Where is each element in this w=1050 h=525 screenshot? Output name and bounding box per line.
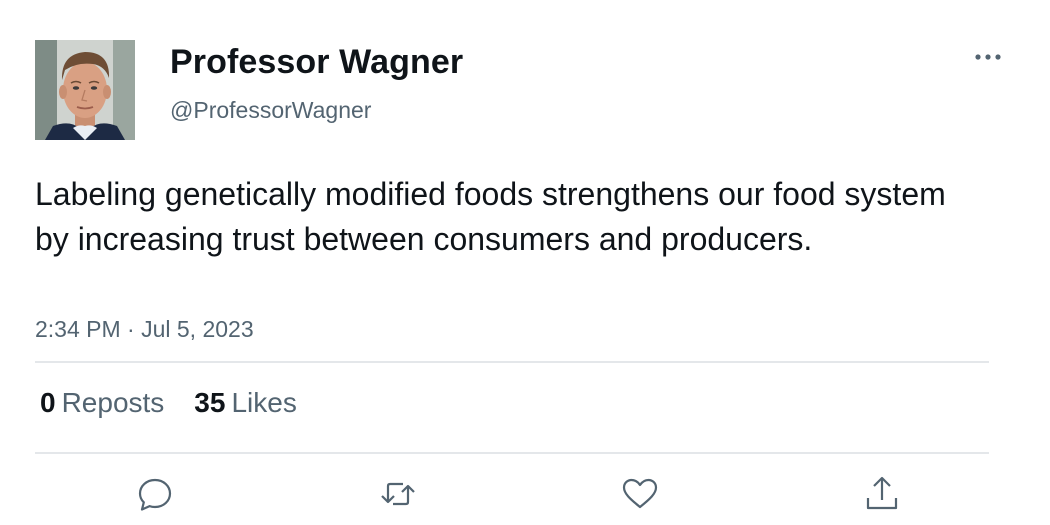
reposts-stat[interactable]: 0 Reposts [40,387,164,419]
tweet-timestamp[interactable]: 2:34 PM · Jul 5, 2023 [35,316,254,343]
likes-stat[interactable]: 35 Likes [194,387,297,419]
engagement-stats: 0 Reposts 35 Likes [40,387,297,419]
repost-icon [381,482,415,506]
reposts-count: 0 [40,387,56,418]
likes-label: Likes [231,387,297,418]
reply-button[interactable] [133,472,177,516]
author-name[interactable]: Professor Wagner [170,43,463,82]
reposts-label: Reposts [61,387,165,418]
share-button[interactable] [860,472,904,516]
action-bar [0,472,1050,520]
likes-count: 35 [194,387,226,418]
divider [35,361,989,363]
more-options-button[interactable] [968,43,1008,71]
heart-icon [622,478,658,509]
avatar-image [35,40,135,140]
tweet-text: Labeling genetically modified foods stre… [35,176,946,257]
author-handle[interactable]: @ProfessorWagner [170,97,371,124]
divider [35,452,989,454]
share-icon [866,476,898,510]
like-button[interactable] [618,472,662,516]
repost-button[interactable] [376,472,420,516]
more-horizontal-icon [975,54,1001,60]
tweet-card: Professor Wagner @ProfessorWagner Labeli… [0,0,1050,525]
reply-icon [138,478,172,511]
avatar[interactable] [35,40,135,140]
